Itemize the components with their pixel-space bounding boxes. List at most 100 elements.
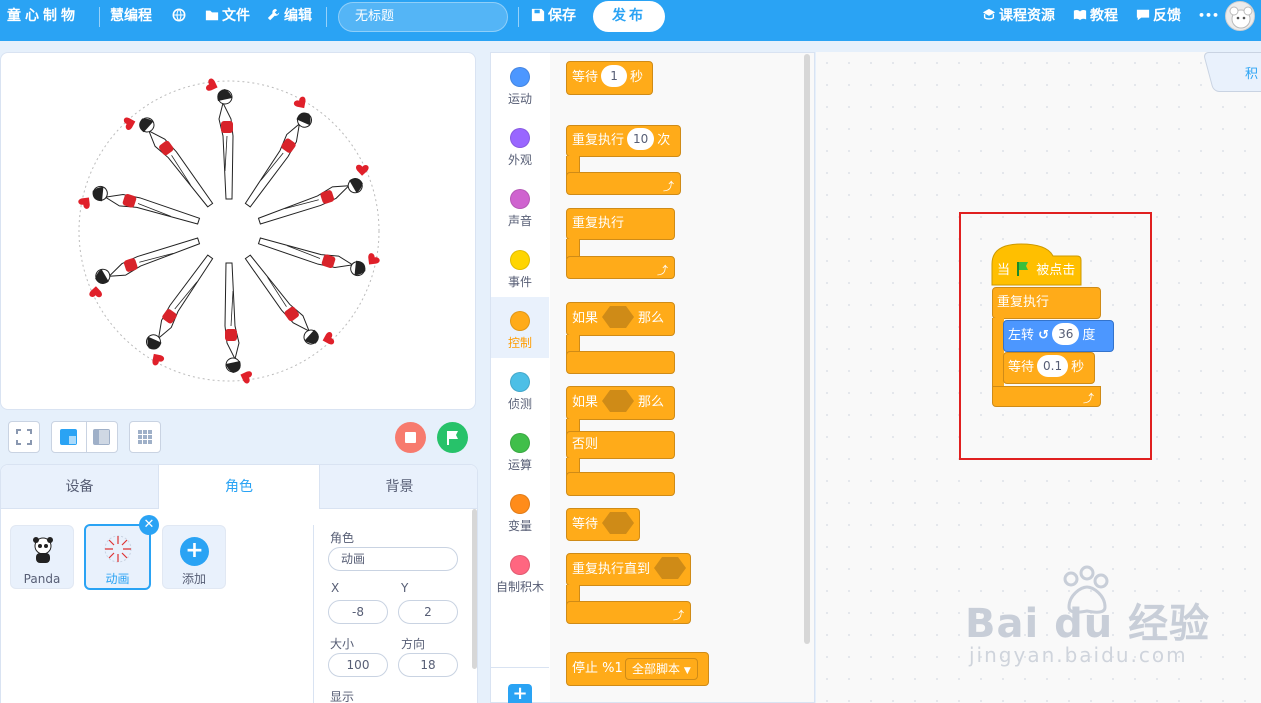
category-variables[interactable]: 变量 bbox=[491, 480, 549, 541]
large-stage-icon[interactable] bbox=[60, 429, 77, 445]
green-flag-icon bbox=[447, 431, 458, 445]
top-bar: 童心制物 慧编程 文件 编辑 无标题 保存 发布 课程资源 教程 反馈 ••• bbox=[0, 0, 1261, 41]
category-looks[interactable]: 外观 bbox=[491, 114, 549, 175]
dancer-figure bbox=[145, 254, 214, 366]
more-menu-icon[interactable]: ••• bbox=[1198, 0, 1219, 32]
category-motion[interactable]: 运动 bbox=[491, 53, 549, 114]
add-sprite-button[interactable]: + 添加 bbox=[162, 525, 226, 589]
sprite-name: Panda bbox=[23, 572, 61, 586]
condition-slot[interactable] bbox=[602, 306, 635, 328]
divider bbox=[99, 7, 100, 27]
project-title-input[interactable]: 无标题 bbox=[338, 2, 508, 32]
block-stop[interactable]: 停止 %1 全部脚本 ▼ bbox=[566, 652, 709, 686]
edit-menu[interactable]: 编辑 bbox=[267, 0, 312, 32]
publish-button[interactable]: 发布 bbox=[593, 1, 665, 32]
save-button[interactable]: 保存 bbox=[531, 0, 576, 32]
grid-icon bbox=[138, 430, 152, 444]
green-flag-button[interactable] bbox=[437, 422, 468, 453]
add-extension-plus-icon[interactable]: + bbox=[508, 684, 532, 703]
repeat-count-input[interactable]: 10 bbox=[627, 128, 655, 150]
events-dot-icon bbox=[510, 250, 530, 270]
category-events[interactable]: 事件 bbox=[491, 236, 549, 297]
stage[interactable] bbox=[0, 52, 476, 410]
language-globe-icon[interactable] bbox=[172, 0, 189, 32]
wait-seconds-input[interactable]: 1 bbox=[601, 65, 628, 87]
category-sound[interactable]: 声音 bbox=[491, 175, 549, 236]
variables-dot-icon bbox=[510, 494, 530, 514]
watermark-brand: Bai du 经验 bbox=[965, 601, 1211, 647]
dancer-figure bbox=[78, 185, 201, 225]
motion-dot-icon bbox=[510, 67, 530, 87]
loop-arrow-icon: ⤴ bbox=[673, 609, 684, 622]
block-wait-seconds[interactable]: 等待 1 秒 bbox=[566, 61, 653, 95]
course-icon bbox=[982, 8, 996, 20]
block-repeat-until-end: ⤴ bbox=[566, 601, 691, 624]
file-menu[interactable]: 文件 bbox=[205, 0, 250, 32]
direction-input[interactable]: 18 bbox=[398, 653, 458, 677]
dancer-figure bbox=[206, 78, 234, 200]
divider bbox=[326, 7, 327, 27]
loop-arrow-icon: ⤴ bbox=[657, 264, 668, 277]
block-if-else[interactable]: 如果 那么 bbox=[566, 386, 675, 420]
loop-arrow-icon: ⤴ bbox=[663, 180, 674, 193]
divider bbox=[518, 7, 519, 27]
my-blocks-dot-icon bbox=[510, 555, 530, 575]
fullscreen-button[interactable] bbox=[8, 421, 40, 453]
category-sensing[interactable]: 侦测 bbox=[491, 358, 549, 419]
tab-background[interactable]: 背景 bbox=[320, 465, 477, 509]
sprite-name-input[interactable]: 动画 bbox=[328, 547, 458, 571]
condition-slot[interactable] bbox=[602, 512, 635, 534]
stage-layout-toggle[interactable] bbox=[51, 421, 118, 453]
save-icon bbox=[531, 8, 545, 22]
direction-label: 方向 bbox=[401, 637, 426, 651]
chat-icon bbox=[1136, 9, 1150, 21]
y-input[interactable]: 2 bbox=[398, 600, 458, 624]
block-if-else-end bbox=[566, 472, 675, 496]
sprite-tile-animation[interactable]: 动画 ✕ bbox=[84, 515, 159, 590]
block-forever[interactable]: 重复执行 bbox=[566, 208, 675, 240]
plus-icon: + bbox=[180, 537, 209, 566]
folder-icon bbox=[205, 10, 219, 21]
block-wait-until[interactable]: 等待 bbox=[566, 508, 640, 541]
category-operators[interactable]: 运算 bbox=[491, 419, 549, 480]
sprite-panel-scrollbar[interactable] bbox=[472, 509, 477, 669]
course-resources-link[interactable]: 课程资源 bbox=[982, 0, 1055, 32]
brand-logo: 童心制物 bbox=[7, 8, 79, 24]
sprite-tile-panda[interactable]: Panda bbox=[10, 525, 74, 589]
fullscreen-icon bbox=[16, 429, 32, 445]
dancer-figure bbox=[244, 96, 313, 208]
feedback-link[interactable]: 反馈 bbox=[1136, 0, 1181, 32]
condition-slot[interactable] bbox=[602, 390, 635, 412]
block-repeat-until[interactable]: 重复执行直到 bbox=[566, 553, 691, 586]
x-label: X bbox=[331, 581, 340, 595]
watermark-url: jingyan.baidu.com bbox=[969, 643, 1188, 667]
dancer-figure bbox=[224, 262, 252, 384]
x-input[interactable]: -8 bbox=[328, 600, 388, 624]
dancer-figure bbox=[257, 237, 380, 277]
sprite-panel: 设备 角色 背景 Panda 动画 ✕ + 添加 角色 动画 X Y -8 2 … bbox=[0, 464, 478, 703]
size-input[interactable]: 100 bbox=[328, 653, 388, 677]
block-categories: 运动 外观 声音 事件 控制 侦测 运算 变量 自制积木 + bbox=[490, 52, 550, 703]
block-if-end bbox=[566, 351, 675, 374]
tab-device[interactable]: 设备 bbox=[1, 465, 159, 509]
block-repeat-end: ⤴ bbox=[566, 172, 681, 195]
block-if-then[interactable]: 如果 那么 bbox=[566, 302, 675, 336]
panda-icon bbox=[33, 537, 53, 563]
block-repeat-times[interactable]: 重复执行 10 次 bbox=[566, 125, 681, 157]
operators-dot-icon bbox=[510, 433, 530, 453]
tutorial-link[interactable]: 教程 bbox=[1073, 0, 1118, 32]
user-avatar[interactable] bbox=[1225, 1, 1255, 31]
tab-sprite[interactable]: 角色 bbox=[159, 465, 320, 509]
sensing-dot-icon bbox=[510, 372, 530, 392]
category-my-blocks[interactable]: 自制积木 bbox=[491, 541, 549, 602]
stop-button[interactable] bbox=[395, 422, 426, 453]
block-forever-end: ⤴ bbox=[566, 256, 675, 279]
small-stage-icon[interactable] bbox=[93, 429, 110, 445]
category-control[interactable]: 控制 bbox=[491, 297, 549, 358]
palette-scrollbar[interactable] bbox=[804, 54, 810, 644]
delete-sprite-close-icon[interactable]: ✕ bbox=[139, 515, 159, 535]
divider bbox=[491, 667, 549, 668]
condition-slot[interactable] bbox=[654, 557, 687, 579]
stop-option-dropdown[interactable]: 全部脚本 ▼ bbox=[625, 658, 698, 680]
grid-view-button[interactable] bbox=[129, 421, 161, 453]
